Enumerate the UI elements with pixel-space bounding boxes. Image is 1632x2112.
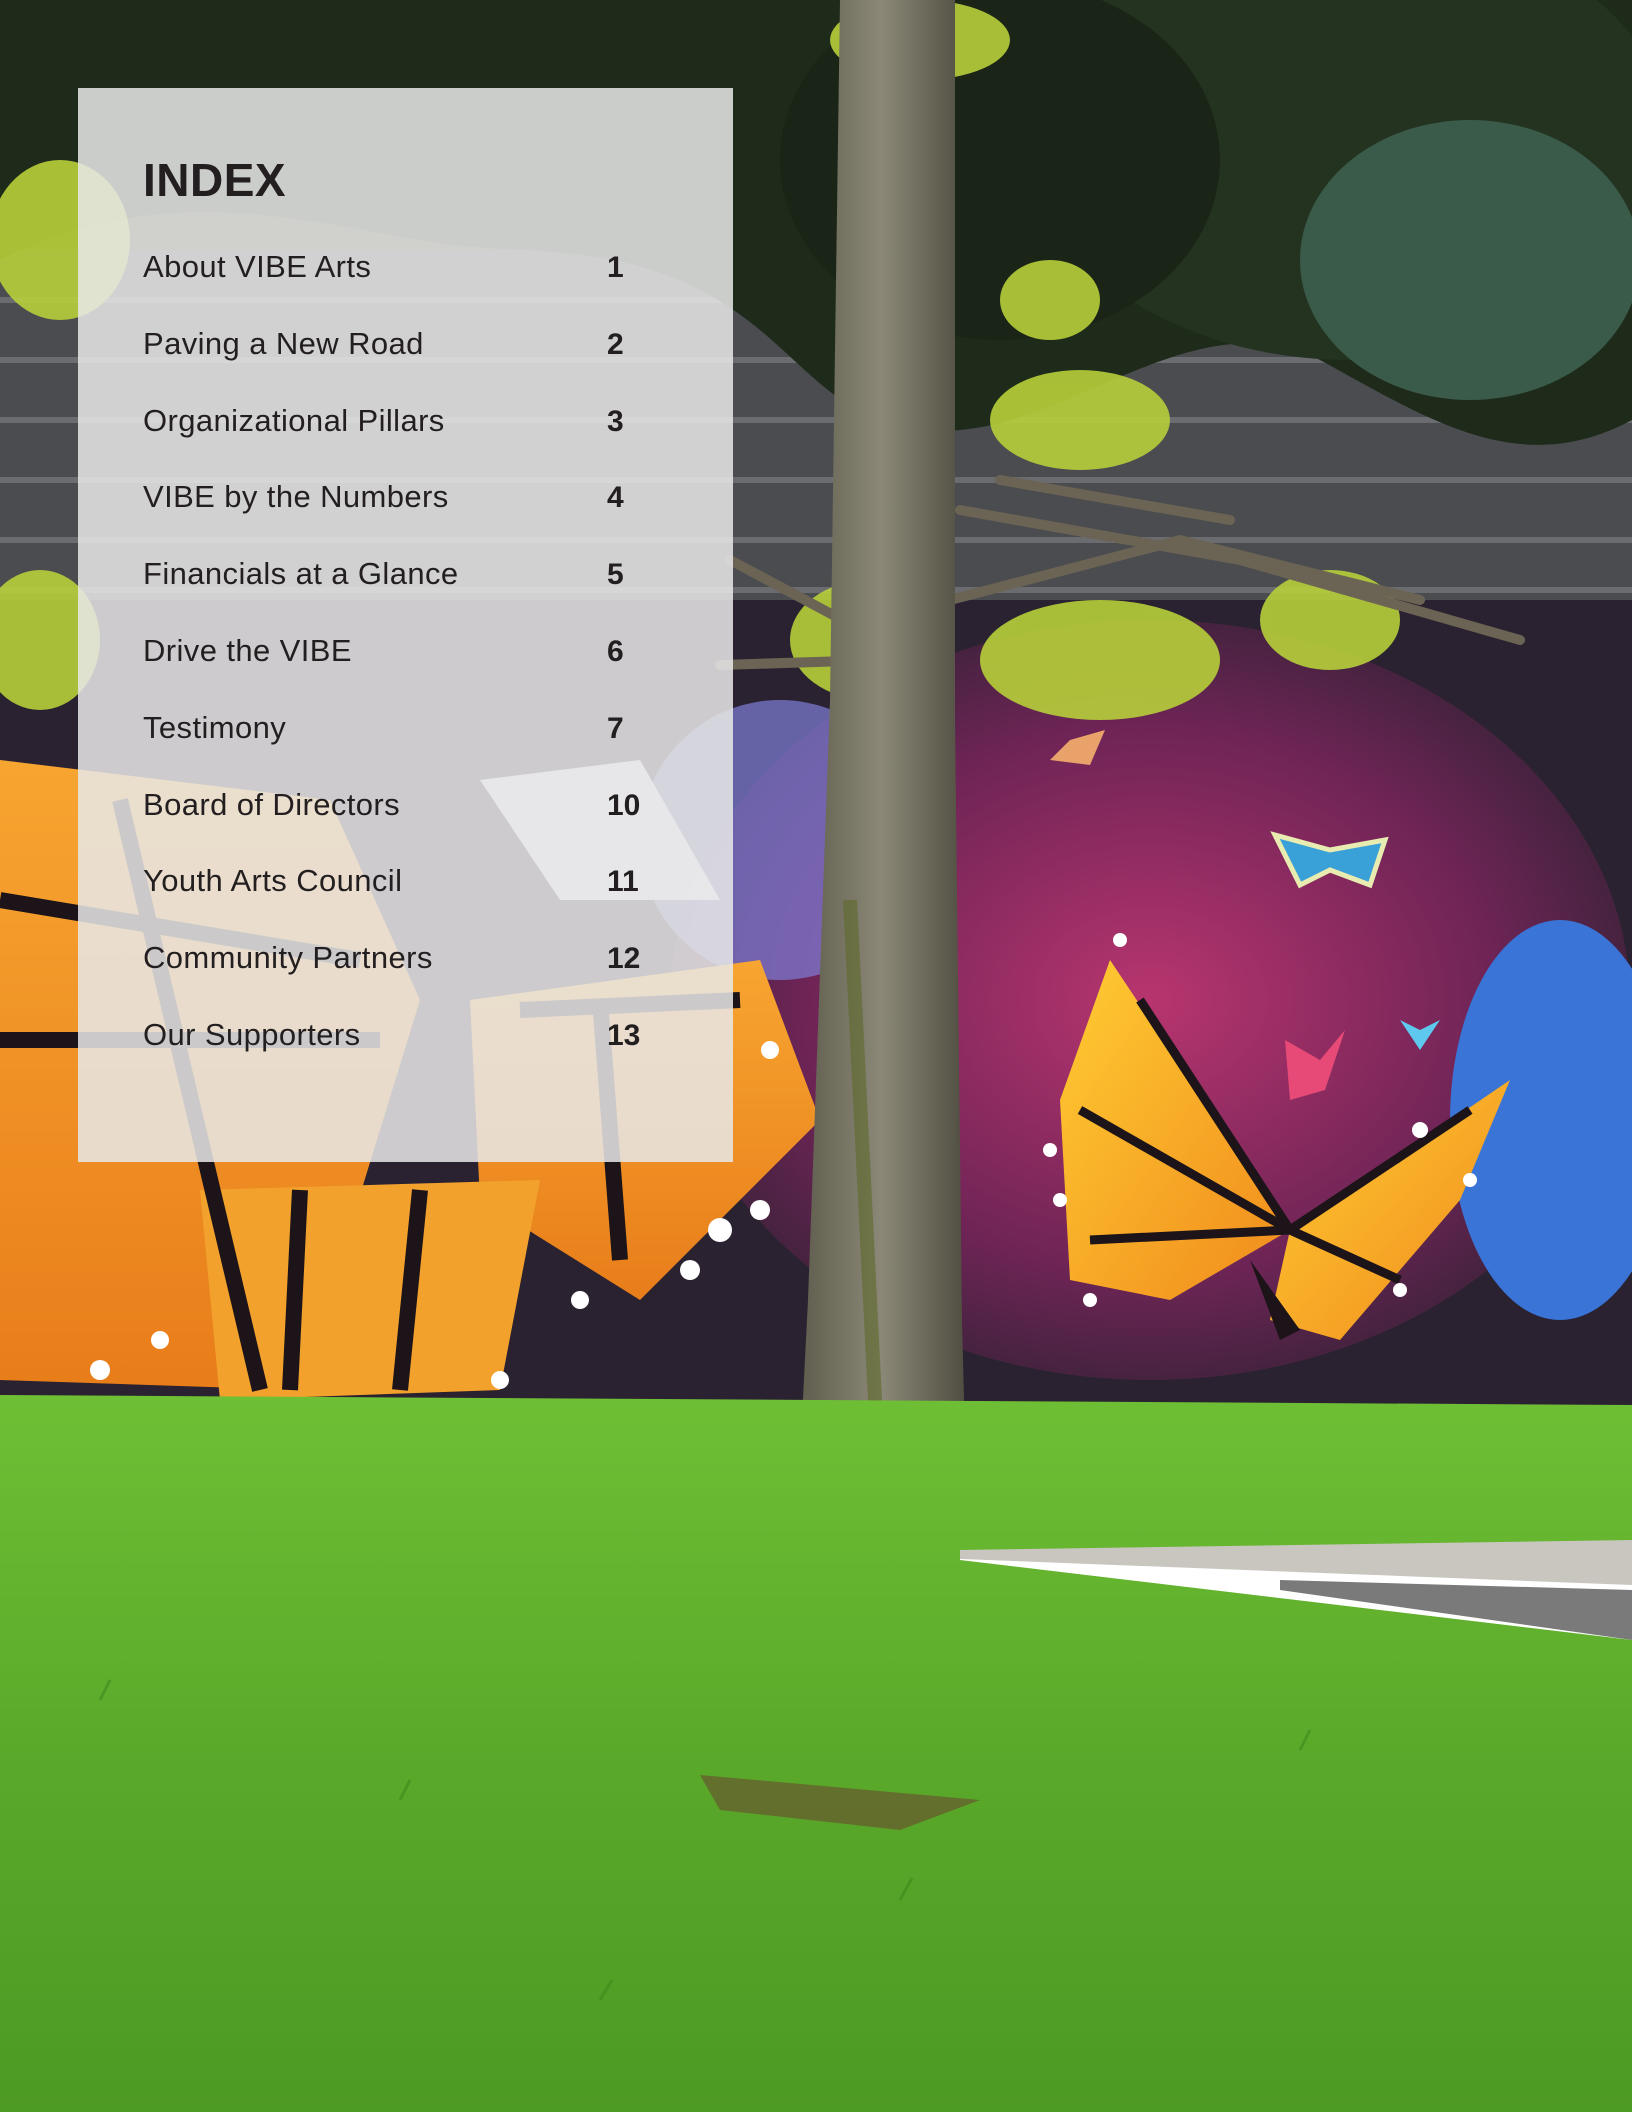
index-entry-label: Our Supporters [143,1016,361,1052]
index-entry[interactable]: Drive the VIBE 6 [143,635,667,712]
index-entry[interactable]: Organizational Pillars 3 [143,405,667,482]
index-entry-label: Board of Directors [143,786,401,822]
index-entry-page-number: 3 [607,404,624,438]
index-entry-label: Youth Arts Council [143,863,403,899]
index-title: INDEX [143,154,287,206]
index-panel: INDEX About VIBE Arts 1 Paving a New Roa… [78,88,733,1162]
index-entry-label: About VIBE Arts [143,249,372,284]
index-page: INDEX About VIBE Arts 1 Paving a New Roa… [0,0,1632,2112]
index-entry-page-number: 6 [607,634,624,668]
index-entry-page-number: 2 [607,327,624,361]
index-entry-page-number: 11 [607,865,639,899]
index-entry[interactable]: About VIBE Arts 1 [143,251,667,328]
index-entry-label: Financials at a Glance [143,556,459,592]
index-entry-page-number: 10 [607,788,641,822]
index-entry-label: Testimony [143,709,287,745]
index-entry[interactable]: Financials at a Glance 5 [143,558,667,635]
index-entry-label: Paving a New Road [143,325,424,361]
index-entry[interactable]: Board of Directors 10 [143,789,667,866]
index-entry[interactable]: VIBE by the Numbers 4 [143,481,667,558]
index-entry-page-number: 13 [607,1018,641,1052]
index-list: About VIBE Arts 1 Paving a New Road 2 Or… [143,251,667,1096]
index-entry-label: Drive the VIBE [143,632,352,668]
index-entry-page-number: 5 [607,558,624,592]
index-entry[interactable]: Youth Arts Council 11 [143,865,667,942]
index-entry[interactable]: Our Supporters 13 [143,1019,667,1096]
index-entry-page-number: 7 [607,711,624,745]
index-entry-label: Organizational Pillars [143,402,445,438]
index-entry-page-number: 1 [607,251,624,284]
index-entry-page-number: 12 [607,942,641,976]
index-entry[interactable]: Testimony 7 [143,712,667,789]
index-entry-label: Community Partners [143,940,433,976]
index-entry[interactable]: Community Partners 12 [143,942,667,1019]
index-entry-label: VIBE by the Numbers [143,479,449,515]
index-entry-page-number: 4 [607,481,624,515]
index-entry[interactable]: Paving a New Road 2 [143,328,667,405]
